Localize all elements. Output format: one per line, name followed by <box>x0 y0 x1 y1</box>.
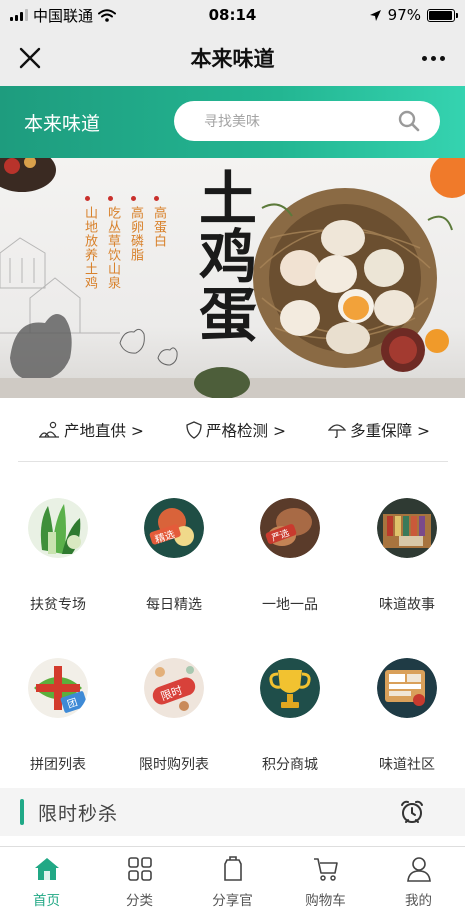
close-icon <box>19 47 41 69</box>
tab-category-label: 分类 <box>126 893 153 909</box>
tab-cart-label: 购物车 <box>305 893 346 909</box>
flash-sale-title: 限时秒杀 <box>38 802 119 825</box>
brand-name: 本来味道 <box>24 112 101 135</box>
category-label: 每日精选 <box>146 597 202 613</box>
feature-strip: 产地直供 > 严格检测 > 多重保障 > <box>18 398 448 462</box>
banner-tag-grass: 吃丛草饮山泉 <box>105 206 120 290</box>
nav-title: 本来味道 <box>190 47 275 71</box>
location-arrow-icon <box>369 9 381 21</box>
feature-guarantee[interactable]: 多重保障 > <box>328 419 430 441</box>
search-icon[interactable] <box>398 110 420 132</box>
carrier-label: 中国联通 <box>33 6 94 25</box>
trophy-icon <box>260 658 320 718</box>
category-daily-pick[interactable]: 精选 每日精选 <box>116 498 232 614</box>
category-label: 味道故事 <box>379 597 435 613</box>
feature-guarantee-label: 多重保障 > <box>350 421 430 440</box>
books-icon <box>377 498 437 558</box>
feature-test-label: 严格检测 > <box>206 421 286 440</box>
nav-bar: 本来味道 <box>0 30 465 86</box>
category-poverty-relief[interactable]: 扶贫专场 <box>0 498 116 614</box>
home-icon <box>34 858 59 880</box>
feature-origin-direct[interactable]: 产地直供 > <box>38 419 144 441</box>
community-icon <box>377 658 437 718</box>
umbrella-icon <box>328 423 347 438</box>
category-flavor-story[interactable]: 味道故事 <box>349 498 465 614</box>
local-product-icon: 严选 <box>260 498 320 558</box>
vegetables-icon <box>28 498 88 558</box>
tab-bar: 首页 分类 分享官 购物车 我的 <box>0 846 465 912</box>
wifi-icon <box>98 8 117 22</box>
category-icon <box>127 857 152 881</box>
battery-percent: 97% <box>387 6 421 24</box>
banner-title: 土鸡蛋 <box>189 168 257 342</box>
signal-icon <box>10 9 28 21</box>
status-bar: 中国联通 08:14 97% <box>0 0 465 30</box>
flash-sale-accent-bar <box>20 799 24 825</box>
farm-icon <box>39 421 59 438</box>
feature-strict-test[interactable]: 严格检测 > <box>186 419 286 441</box>
limited-time-icon: 限时 <box>144 658 204 718</box>
category-community[interactable]: 味道社区 <box>349 658 465 774</box>
close-button[interactable] <box>14 42 46 74</box>
banner-tag-protein: 高蛋白 <box>151 206 166 248</box>
feature-origin-label: 产地直供 > <box>64 421 144 440</box>
flash-sale-header[interactable]: 限时秒杀 <box>0 788 465 836</box>
battery-icon <box>427 8 458 22</box>
daily-pick-icon: 精选 <box>144 498 204 558</box>
brand-header: 本来味道 寻找美味 <box>0 86 465 158</box>
category-label: 味道社区 <box>379 757 435 773</box>
tab-profile-label: 我的 <box>405 893 432 909</box>
share-officer-icon <box>223 856 242 881</box>
category-label: 积分商城 <box>262 757 318 773</box>
category-label: 一地一品 <box>262 597 318 613</box>
banner-tag-freerange: 山地放养土鸡 <box>82 206 97 290</box>
gift-group-icon: 团 <box>28 658 88 718</box>
category-label: 限时购列表 <box>139 757 209 773</box>
category-points-mall[interactable]: 积分商城 <box>232 658 348 774</box>
category-label: 拼团列表 <box>30 757 86 773</box>
tab-home-label: 首页 <box>33 893 60 909</box>
more-button[interactable] <box>415 42 451 74</box>
tab-cart[interactable]: 购物车 <box>279 847 372 912</box>
shield-icon <box>186 420 202 439</box>
cart-icon <box>313 858 338 881</box>
tab-home[interactable]: 首页 <box>0 847 93 912</box>
alarm-clock-icon <box>401 800 423 823</box>
tab-share-officer-label: 分享官 <box>212 893 253 909</box>
tab-category[interactable]: 分类 <box>93 847 186 912</box>
category-limited-time[interactable]: 限时 限时购列表 <box>116 658 232 774</box>
category-group-buy[interactable]: 团 拼团列表 <box>0 658 116 774</box>
search-placeholder: 寻找美味 <box>204 114 260 130</box>
profile-icon <box>406 857 431 882</box>
tab-profile[interactable]: 我的 <box>372 847 465 912</box>
category-local-product[interactable]: 严选 一地一品 <box>232 498 348 614</box>
promo-banner[interactable]: 高蛋白 高卵磷脂 吃丛草饮山泉 山地放养土鸡 土鸡蛋 <box>0 158 465 398</box>
search-input[interactable]: 寻找美味 <box>174 101 440 141</box>
tab-share-officer[interactable]: 分享官 <box>186 847 279 912</box>
banner-tag-lecithin: 高卵磷脂 <box>128 206 143 262</box>
category-label: 扶贫专场 <box>30 597 86 613</box>
